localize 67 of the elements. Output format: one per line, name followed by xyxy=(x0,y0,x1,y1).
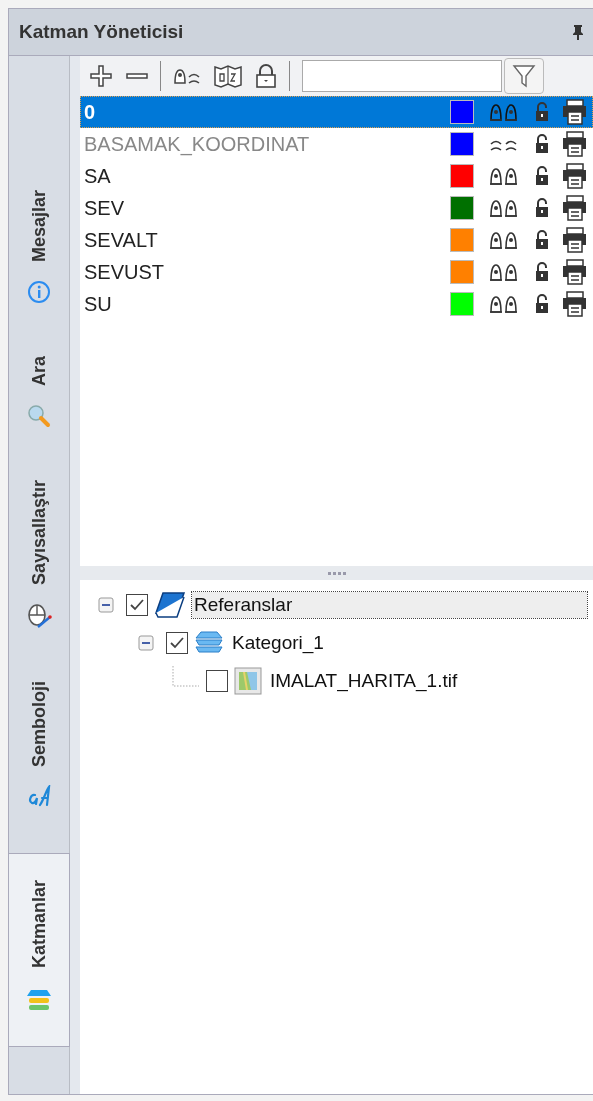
layer-row[interactable]: 0 xyxy=(80,96,593,128)
tree-item-label[interactable]: Referanslar xyxy=(192,592,587,618)
panel-title: Katman Yöneticisi xyxy=(19,21,184,43)
unlocked-icon[interactable] xyxy=(534,165,550,187)
printer-icon[interactable] xyxy=(562,195,586,221)
pin-icon[interactable] xyxy=(571,24,585,40)
layer-color-swatch[interactable] xyxy=(450,100,474,124)
unlocked-icon[interactable] xyxy=(534,197,550,219)
filter-icon xyxy=(512,63,536,89)
visible-icon[interactable] xyxy=(488,229,520,251)
tree-checkbox[interactable] xyxy=(206,670,228,692)
layer-color-swatch[interactable] xyxy=(450,132,474,156)
lock-icon[interactable] xyxy=(253,63,279,89)
info-icon xyxy=(27,280,51,305)
layer-color-swatch[interactable] xyxy=(450,292,474,316)
filter-button[interactable] xyxy=(504,58,544,94)
side-tab[interactable]: Mesajlar xyxy=(9,182,69,313)
layer-row[interactable]: SEVALT xyxy=(80,224,593,256)
layer-color-swatch[interactable] xyxy=(450,164,474,188)
side-tab[interactable]: Sayısallaştır xyxy=(9,472,69,638)
collapse-toggle[interactable] xyxy=(98,597,114,613)
tree-item-label[interactable]: Kategori_1 xyxy=(230,630,326,656)
add-icon[interactable] xyxy=(88,63,114,89)
layer-name: SEV xyxy=(83,196,126,220)
layer-name: SU xyxy=(83,292,113,316)
unlocked-icon[interactable] xyxy=(534,261,550,283)
printer-icon[interactable] xyxy=(562,291,586,317)
visible-icon[interactable] xyxy=(488,293,520,315)
unlocked-icon[interactable] xyxy=(534,229,550,251)
unlocked-icon[interactable] xyxy=(534,293,550,315)
visible-icon[interactable] xyxy=(488,261,520,283)
side-tab[interactable]: Ara xyxy=(9,348,69,437)
layer-color-swatch[interactable] xyxy=(450,260,474,284)
raster-map-icon xyxy=(234,667,262,695)
printer-icon[interactable] xyxy=(562,259,586,285)
printer-icon[interactable] xyxy=(562,99,586,125)
layer-row[interactable]: SU xyxy=(80,288,593,320)
layer-color-swatch[interactable] xyxy=(450,228,474,252)
printer-icon[interactable] xyxy=(562,163,586,189)
mouse-pen-icon xyxy=(26,603,52,630)
layer-name: 0 xyxy=(83,100,97,124)
search-icon xyxy=(27,404,51,429)
sort-icon[interactable] xyxy=(213,63,243,89)
book-icon xyxy=(154,591,186,619)
layer-row[interactable]: SEVUST xyxy=(80,256,593,288)
collapse-toggle[interactable] xyxy=(138,635,154,651)
side-tab[interactable]: Semboloji xyxy=(9,673,69,818)
layer-name: SA xyxy=(83,164,112,188)
layer-row[interactable]: SEV xyxy=(80,192,593,224)
splitter-handle[interactable] xyxy=(80,566,593,580)
printer-icon[interactable] xyxy=(562,131,586,157)
layer-name: SEVUST xyxy=(83,260,166,284)
layer-row[interactable]: SA xyxy=(80,160,593,192)
visible-icon[interactable] xyxy=(488,165,520,187)
tree-item-label[interactable]: IMALAT_HARITA_1.tif xyxy=(268,668,460,694)
unlocked-icon[interactable] xyxy=(534,133,550,155)
side-tab[interactable]: Katmanlar xyxy=(9,853,70,1048)
tree-checkbox[interactable] xyxy=(166,632,188,654)
layer-color-swatch[interactable] xyxy=(450,196,474,220)
layers-icon xyxy=(194,630,224,656)
search-field[interactable] xyxy=(302,60,502,92)
tree-checkbox[interactable] xyxy=(126,594,148,616)
layer-name: SEVALT xyxy=(83,228,159,252)
printer-icon[interactable] xyxy=(562,227,586,253)
layer-name: BASAMAK_KOORDINAT xyxy=(83,132,311,156)
layer-row[interactable]: BASAMAK_KOORDINAT xyxy=(80,128,593,160)
visible-icon[interactable] xyxy=(488,197,520,219)
